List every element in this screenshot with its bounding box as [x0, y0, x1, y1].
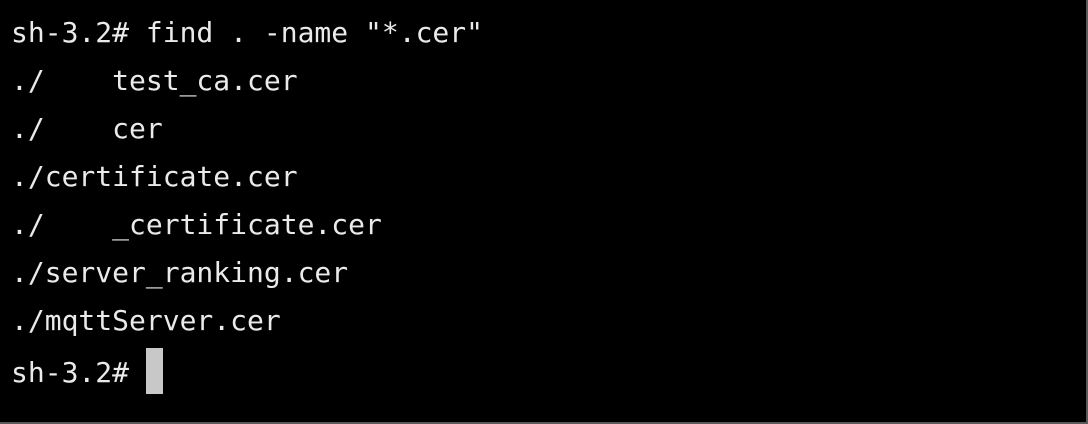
prompt: sh-3.2#	[11, 356, 146, 389]
terminal-window[interactable]: sh-3.2# find . -name "*.cer" ./ test_ca.…	[0, 0, 1088, 424]
output-line: ./server_ranking.cer	[11, 256, 349, 289]
output-line: ./certificate.cer	[11, 160, 298, 193]
output-line: ./ cer	[11, 112, 163, 145]
output-line: ./ test_ca.cer	[11, 64, 298, 97]
output-line: ./ _certificate.cer	[11, 208, 382, 241]
prompt-line[interactable]: sh-3.2#	[11, 348, 1086, 396]
command-line: sh-3.2# find . -name "*.cer"	[11, 16, 484, 49]
text-cursor	[145, 348, 163, 394]
output-line: ./mqttServer.cer	[11, 304, 281, 337]
